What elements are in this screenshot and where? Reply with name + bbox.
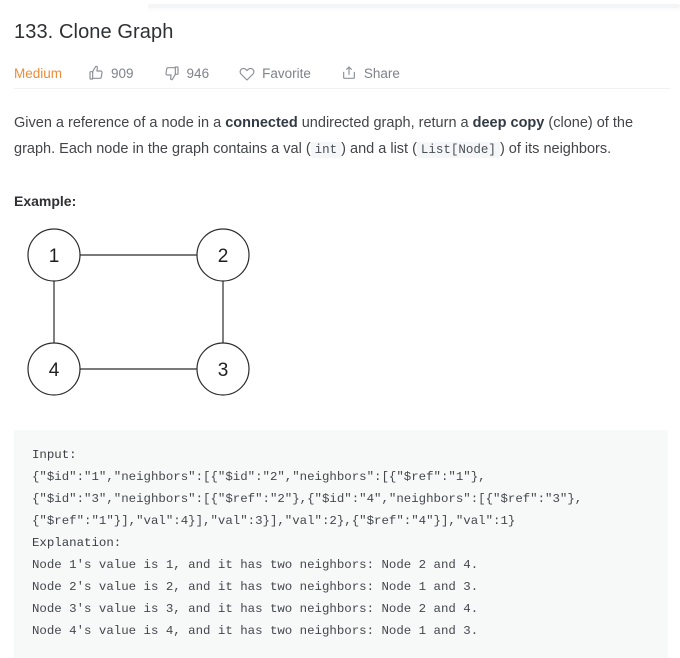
input-lines: {"$id":"1","neighbors":[{"$id":"2","neig… (32, 470, 583, 528)
downvote-count: 946 (186, 65, 210, 81)
desc-part-5: ) of its neighbors. (499, 141, 612, 157)
inline-code-list-node: List[Node] (416, 142, 500, 158)
desc-part-2: undirected graph, return a (297, 115, 473, 131)
page-title: 133. Clone Graph (14, 21, 174, 43)
inline-code-int: int (310, 142, 342, 158)
example-label: Example: (14, 193, 77, 209)
heart-icon (239, 65, 255, 81)
thumbs-down-icon (164, 65, 180, 81)
problem-description: Given a reference of a node in a connect… (14, 110, 666, 163)
share-label: Share (363, 65, 400, 81)
share-button[interactable]: Share (341, 65, 400, 81)
upvote-button[interactable]: 909 (88, 65, 134, 81)
desc-bold-deep-copy: deep copy (472, 115, 545, 131)
graph-node-label-2: 2 (218, 246, 229, 267)
graph-node-label-4: 4 (49, 360, 60, 381)
graph-nodes: 1 2 3 4 (27, 228, 250, 396)
explanation-lines: Node 1's value is 1, and it has two neig… (32, 558, 479, 638)
desc-bold-connected: connected (225, 115, 298, 131)
problem-content: 133. Clone Graph Medium 909 946 Favorite… (0, 0, 680, 408)
upvote-count: 909 (111, 65, 134, 81)
graph-diagram: 1 2 3 4 (14, 223, 274, 408)
explanation-label: Explanation: (32, 536, 122, 550)
desc-part-1: Given a reference of a node in a (14, 115, 226, 131)
favorite-label: Favorite (262, 65, 311, 81)
input-label: Input: (32, 448, 77, 462)
difficulty-badge[interactable]: Medium (14, 66, 62, 81)
header-divider (14, 88, 670, 89)
action-bar: Medium 909 946 Favorite Share (14, 58, 666, 88)
graph-edges (53, 254, 224, 370)
graph-node-label-3: 3 (218, 360, 229, 381)
favorite-button[interactable]: Favorite (239, 65, 311, 81)
problem-page: 133. Clone Graph Medium 909 946 Favorite… (0, 0, 680, 658)
graph-svg: 1 2 3 4 (27, 228, 250, 396)
graph-node-label-1: 1 (49, 246, 60, 267)
share-icon (341, 65, 357, 81)
desc-part-4: ) and a list ( (341, 141, 417, 157)
example-code-block: Input: {"$id":"1","neighbors":[{"$id":"2… (14, 430, 668, 658)
downvote-button[interactable]: 946 (164, 65, 210, 81)
thumbs-up-icon (88, 65, 104, 81)
